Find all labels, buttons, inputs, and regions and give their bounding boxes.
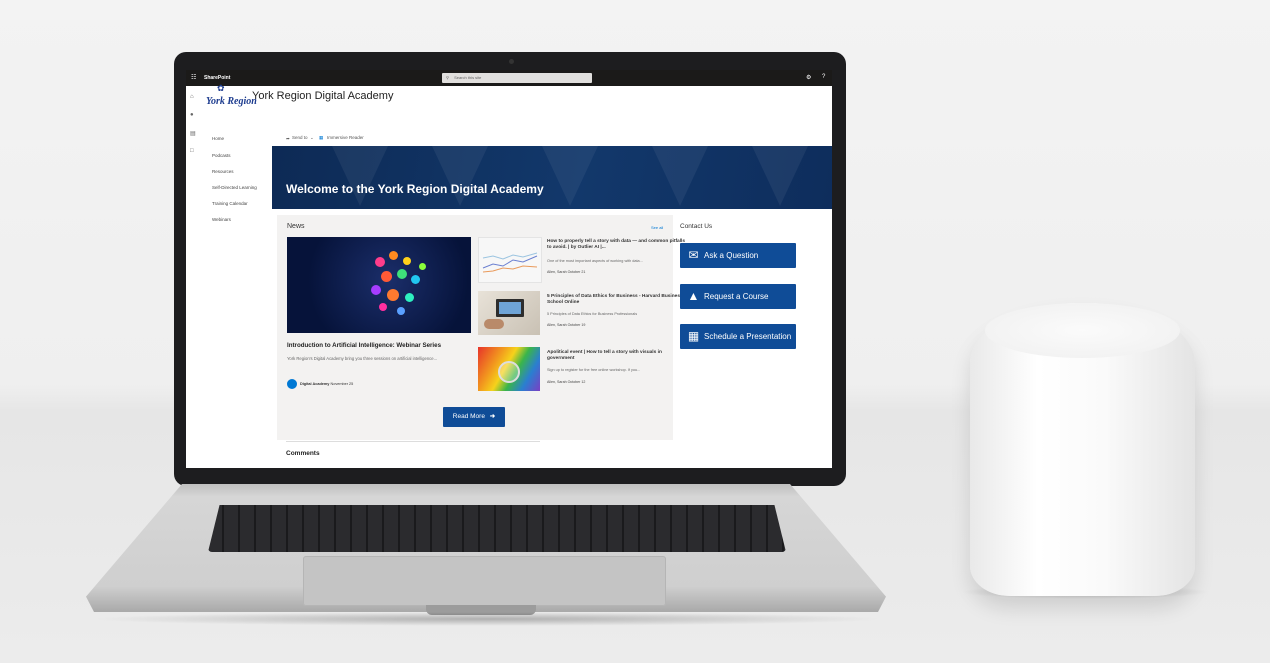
search-box[interactable]: ⚲ Search this site [442, 73, 592, 83]
document-icon[interactable]: □ [190, 148, 197, 155]
request-course-button[interactable]: ▲ Request a Course [680, 284, 796, 309]
nav-item-podcasts[interactable]: Podcasts [212, 153, 231, 158]
sharepoint-suite-bar: ☷ SharePoint ⚲ Search this site ⚙ ? [186, 70, 832, 86]
article-meta: Allen, Sarah October 21 [547, 270, 586, 274]
featured-news-title[interactable]: Introduction to Artificial Intelligence:… [287, 342, 441, 349]
webcam [509, 59, 514, 64]
nav-item-self-directed-learning[interactable]: Self-Directed Learning [212, 185, 257, 190]
main-content: News See all Introduction to Artificial … [272, 209, 832, 468]
home-icon[interactable]: ⌂ [190, 94, 197, 101]
chevron-down-icon[interactable]: ⌄ [310, 135, 314, 141]
settings-gear-icon[interactable]: ⚙ [806, 74, 811, 81]
search-placeholder: Search this site [454, 75, 482, 80]
send-to-button[interactable]: Send to [292, 135, 308, 140]
divider [286, 441, 540, 442]
article-description: One of the most important aspects of wor… [547, 259, 643, 263]
laptop-keyboard [208, 505, 786, 552]
sharepoint-brand[interactable]: SharePoint [204, 75, 230, 81]
schedule-presentation-label: Schedule a Presentation [704, 332, 792, 341]
featured-news-description: York Region's Digital Academy bring you … [287, 356, 438, 361]
waffle-icon[interactable]: ☷ [191, 74, 196, 81]
article-thumbnail[interactable] [478, 347, 540, 391]
help-icon[interactable]: ? [822, 74, 825, 80]
site-title[interactable]: York Region Digital Academy [252, 90, 393, 102]
hero-title: Welcome to the York Region Digital Acade… [286, 182, 544, 196]
globe-icon[interactable]: ● [190, 112, 197, 119]
ask-question-label: Ask a Question [704, 251, 759, 260]
comments-heading: Comments [286, 450, 320, 457]
smart-speaker-top [985, 303, 1180, 358]
command-bar: ➦ Send to ⌄ ▦ Immersive Reader [272, 130, 832, 147]
nav-item-resources[interactable]: Resources [212, 169, 234, 174]
hero-banner: Welcome to the York Region Digital Acade… [272, 146, 832, 209]
request-course-label: Request a Course [704, 292, 769, 301]
calendar-icon: ▦ [687, 329, 700, 343]
article-title[interactable]: 5 Principles of Data Ethics for Business… [547, 294, 687, 306]
ask-question-button[interactable]: ✉ Ask a Question [680, 243, 796, 268]
nav-item-home[interactable]: Home [212, 136, 224, 141]
news-section: News See all Introduction to Artificial … [277, 215, 685, 440]
send-to-icon: ➦ [286, 136, 290, 141]
featured-news-image[interactable] [287, 237, 471, 333]
app-rail: ⌂ ● ▤ □ [186, 86, 203, 468]
graduation-cap-icon: ▲ [687, 289, 700, 303]
york-region-logo[interactable]: York Region [206, 96, 257, 107]
york-region-logo-icon: ✿ [217, 83, 225, 93]
laptop-trackpad [303, 556, 666, 606]
article-thumbnail[interactable] [478, 291, 540, 335]
left-navigation: Home Podcasts Resources Self-Directed Le… [202, 130, 273, 468]
article-title[interactable]: Apolitical event | How to tell a story w… [547, 350, 687, 362]
article-meta: Allen, Sarah October 19 [547, 323, 586, 327]
contact-heading: Contact Us [680, 223, 713, 230]
arrow-right-icon: ➜ [489, 413, 496, 420]
read-more-label: Read More [452, 413, 485, 420]
article-description: Sign up to register for the free online … [547, 368, 641, 372]
news-heading: News [287, 223, 305, 230]
search-icon: ⚲ [446, 75, 449, 80]
laptop-shadow [90, 612, 885, 626]
nav-item-webinars[interactable]: Webinars [212, 217, 231, 222]
article-title[interactable]: How to properly tell a story with data —… [547, 239, 687, 251]
nav-item-training-calendar[interactable]: Training Calendar [212, 201, 248, 206]
immersive-reader-icon: ▦ [319, 135, 324, 140]
envelope-icon: ✉ [688, 248, 699, 262]
avatar [287, 379, 297, 389]
article-thumbnail[interactable] [478, 237, 542, 283]
schedule-presentation-button[interactable]: ▦ Schedule a Presentation [680, 324, 796, 349]
immersive-reader-button[interactable]: Immersive Reader [327, 135, 364, 140]
read-more-button[interactable]: Read More ➜ [443, 407, 505, 427]
article-meta: Allen, Sarah October 12 [547, 380, 586, 384]
article-description: 5 Principles of Data Ethics for Business… [547, 312, 638, 316]
laptop-screen: ☷ SharePoint ⚲ Search this site ⚙ ? ⌂ ● … [186, 70, 832, 468]
featured-news-meta: Digital Academy November 25 [300, 382, 354, 386]
see-all-link[interactable]: See all [651, 225, 663, 230]
news-icon[interactable]: ▤ [190, 130, 197, 137]
